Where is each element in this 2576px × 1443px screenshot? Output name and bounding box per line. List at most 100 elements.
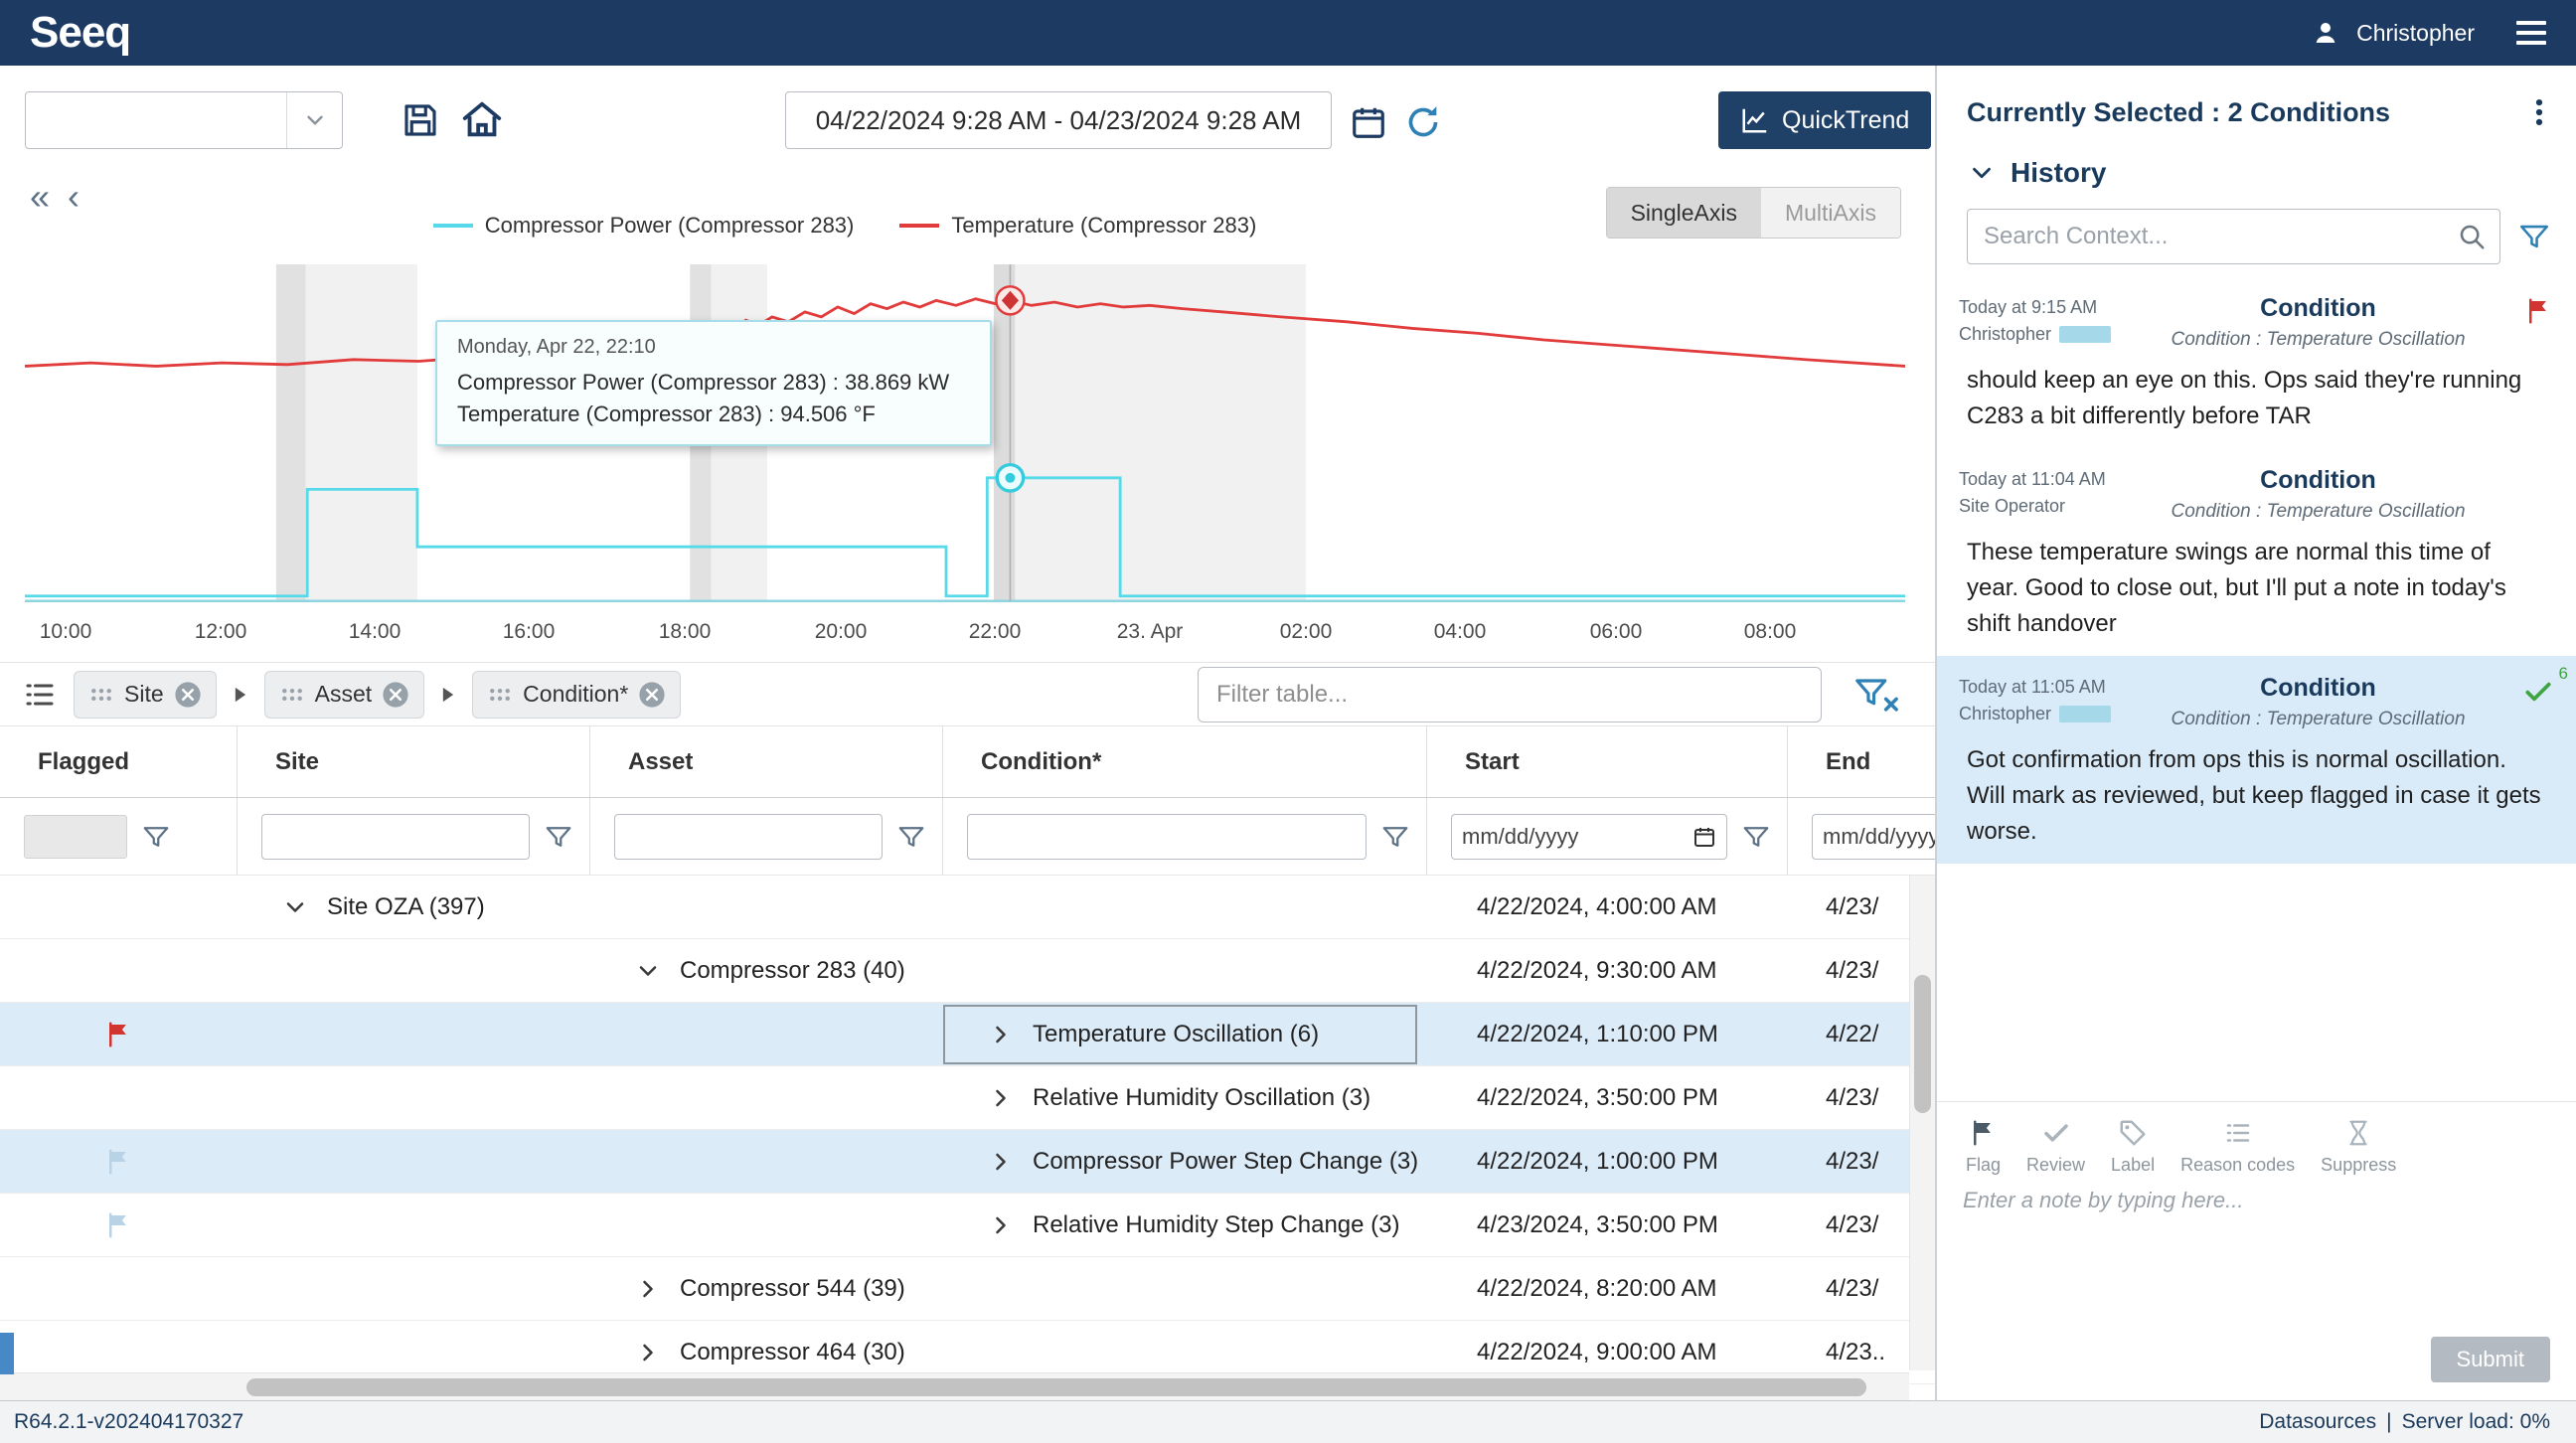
flag-action[interactable]: Flag [1953,1118,2013,1176]
search-icon[interactable] [2457,222,2487,251]
tree-toggle[interactable]: Compressor Power Step Change (3) [943,1130,1427,1193]
history-section-toggle[interactable]: History [1937,137,2576,195]
flag-icon[interactable] [104,1020,134,1049]
chevron-right-icon[interactable] [987,1084,1015,1112]
chevron-right-icon[interactable] [634,1275,662,1303]
tree-toggle[interactable]: Compressor 544 (39) [590,1257,943,1320]
filter-icon[interactable] [141,822,171,852]
home-icon[interactable] [459,96,505,142]
chevron-right-icon[interactable] [634,1339,662,1366]
date-range-input[interactable]: 04/22/2024 9:28 AM - 04/23/2024 9:28 AM [785,91,1332,149]
chevron-down-icon[interactable] [286,92,342,148]
reason-codes-action[interactable]: Reason codes [2168,1118,2308,1176]
legend-item-power[interactable]: Compressor Power (Compressor 283) [433,213,855,239]
tree-toggle[interactable]: Site OZA (397) [238,876,590,938]
tree-toggle[interactable]: Relative Humidity Step Change (3) [943,1194,1427,1256]
quicktrend-button[interactable]: QuickTrend [1718,91,1931,149]
column-header-site[interactable]: Site [238,726,590,797]
save-icon[interactable] [400,99,441,141]
table-row[interactable]: Site OZA (397) 4/22/2024, 4:00:00 AM 4/2… [0,876,1935,939]
table-row[interactable]: Relative Humidity Oscillation (3) 4/22/2… [0,1066,1935,1130]
condition-filter-input[interactable] [967,814,1367,860]
flag-muted-icon[interactable] [104,1210,134,1240]
remove-icon[interactable] [174,681,202,709]
entry-author: Site Operator [1959,493,2065,520]
pan-left-icon[interactable]: ‹ [68,179,80,215]
table-row[interactable]: Relative Humidity Step Change (3) 4/23/2… [0,1194,1935,1257]
filter-icon[interactable] [1380,822,1410,852]
pan-left-fast-icon[interactable]: « [30,179,50,215]
breadcrumb-chip-asset[interactable]: Asset [264,671,425,719]
flagged-cell [0,1257,238,1320]
clear-filters-icon[interactable] [1853,674,1899,716]
tree-toggle[interactable]: Relative Humidity Oscillation (3) [943,1066,1427,1129]
remove-icon[interactable] [382,681,409,709]
table-levels-icon[interactable] [22,677,58,713]
entry-subtitle: Condition : Temperature Oscillation [2138,329,2498,351]
filter-icon[interactable] [896,822,926,852]
note-input[interactable] [1963,1188,2550,1337]
table-row[interactable]: Temperature Oscillation (6) 4/22/2024, 1… [0,1003,1935,1066]
seeq-logo: Seeq [30,8,130,58]
reviewed-check-icon[interactable] [2522,676,2554,708]
entry-type: Condition [2138,674,2498,703]
flag-icon[interactable] [2524,296,2554,326]
vertical-scrollbar-thumb[interactable] [1914,975,1931,1113]
history-entry-selected[interactable]: Today at 11:05 AM Christopher Condition … [1937,656,2576,864]
date-placeholder: mm/dd/yyyy [1823,824,1935,850]
table-filter-input[interactable] [1198,667,1822,722]
start-date-filter[interactable]: mm/dd/yyyy [1451,814,1727,860]
table-row[interactable]: Compressor 283 (40) 4/22/2024, 9:30:00 A… [0,939,1935,1003]
vertical-scrollbar[interactable] [1909,876,1935,1370]
column-header-end[interactable]: End [1788,726,1935,797]
horizontal-scrollbar-thumb[interactable] [246,1378,1866,1396]
filter-icon[interactable] [1741,822,1771,852]
tree-toggle[interactable]: Compressor 283 (40) [590,939,943,1002]
flag-muted-icon[interactable] [104,1147,134,1177]
site-filter-input[interactable] [261,814,530,860]
worksheet-selector[interactable] [25,91,343,149]
context-search-input[interactable] [1967,209,2500,264]
multi-axis-button[interactable]: MultiAxis [1761,188,1900,238]
single-axis-button[interactable]: SingleAxis [1607,188,1761,238]
submit-button[interactable]: Submit [2431,1337,2550,1382]
context-filter-icon[interactable] [2516,220,2552,253]
table-row[interactable]: Compressor Power Step Change (3) 4/22/20… [0,1130,1935,1194]
history-entry[interactable]: Today at 9:15 AM Christopher Condition C… [1937,276,2576,448]
flagged-cell [0,939,238,1002]
breadcrumb-chip-condition[interactable]: Condition* [472,671,681,719]
remove-icon[interactable] [638,681,666,709]
start-cell: 4/23/2024, 3:50:00 PM [1427,1194,1788,1256]
filter-icon[interactable] [544,822,573,852]
horizontal-scrollbar[interactable] [0,1372,1909,1400]
chevron-down-icon[interactable] [634,957,662,985]
worksheet-selector-value[interactable] [26,92,286,148]
end-date-filter[interactable]: mm/dd/yyyy [1812,814,1935,860]
entry-author: Christopher [1959,701,2051,727]
column-header-condition[interactable]: Condition* [943,726,1427,797]
column-header-flagged[interactable]: Flagged [0,726,238,797]
flagged-filter-disabled [24,815,127,859]
legend-item-temperature[interactable]: Temperature (Compressor 283) [899,213,1256,239]
column-header-start[interactable]: Start [1427,726,1788,797]
datasources-link[interactable]: Datasources [2259,1410,2376,1434]
calendar-icon[interactable] [1350,103,1387,141]
column-header-asset[interactable]: Asset [590,726,943,797]
chevron-right-icon[interactable] [987,1148,1015,1176]
calendar-icon[interactable] [1692,825,1716,849]
label-action[interactable]: Label [2098,1118,2168,1176]
menu-icon[interactable] [2516,21,2546,45]
breadcrumb-chip-site[interactable]: Site [74,671,217,719]
asset-filter-input[interactable] [614,814,883,860]
chevron-down-icon[interactable] [281,893,309,921]
suppress-action[interactable]: Suppress [2308,1118,2409,1176]
chevron-right-icon[interactable] [987,1021,1015,1048]
tree-toggle[interactable]: Temperature Oscillation (6) [943,1005,1417,1064]
table-row[interactable]: Compressor 544 (39) 4/22/2024, 8:20:00 A… [0,1257,1935,1321]
chevron-right-icon[interactable] [987,1211,1015,1239]
entry-type: Condition [2138,294,2498,323]
kebab-menu-icon[interactable] [2522,95,2556,129]
refresh-icon[interactable] [1403,102,1443,142]
history-entry[interactable]: Today at 11:04 AM Site Operator Conditio… [1937,448,2576,656]
review-action[interactable]: Review [2013,1118,2098,1176]
